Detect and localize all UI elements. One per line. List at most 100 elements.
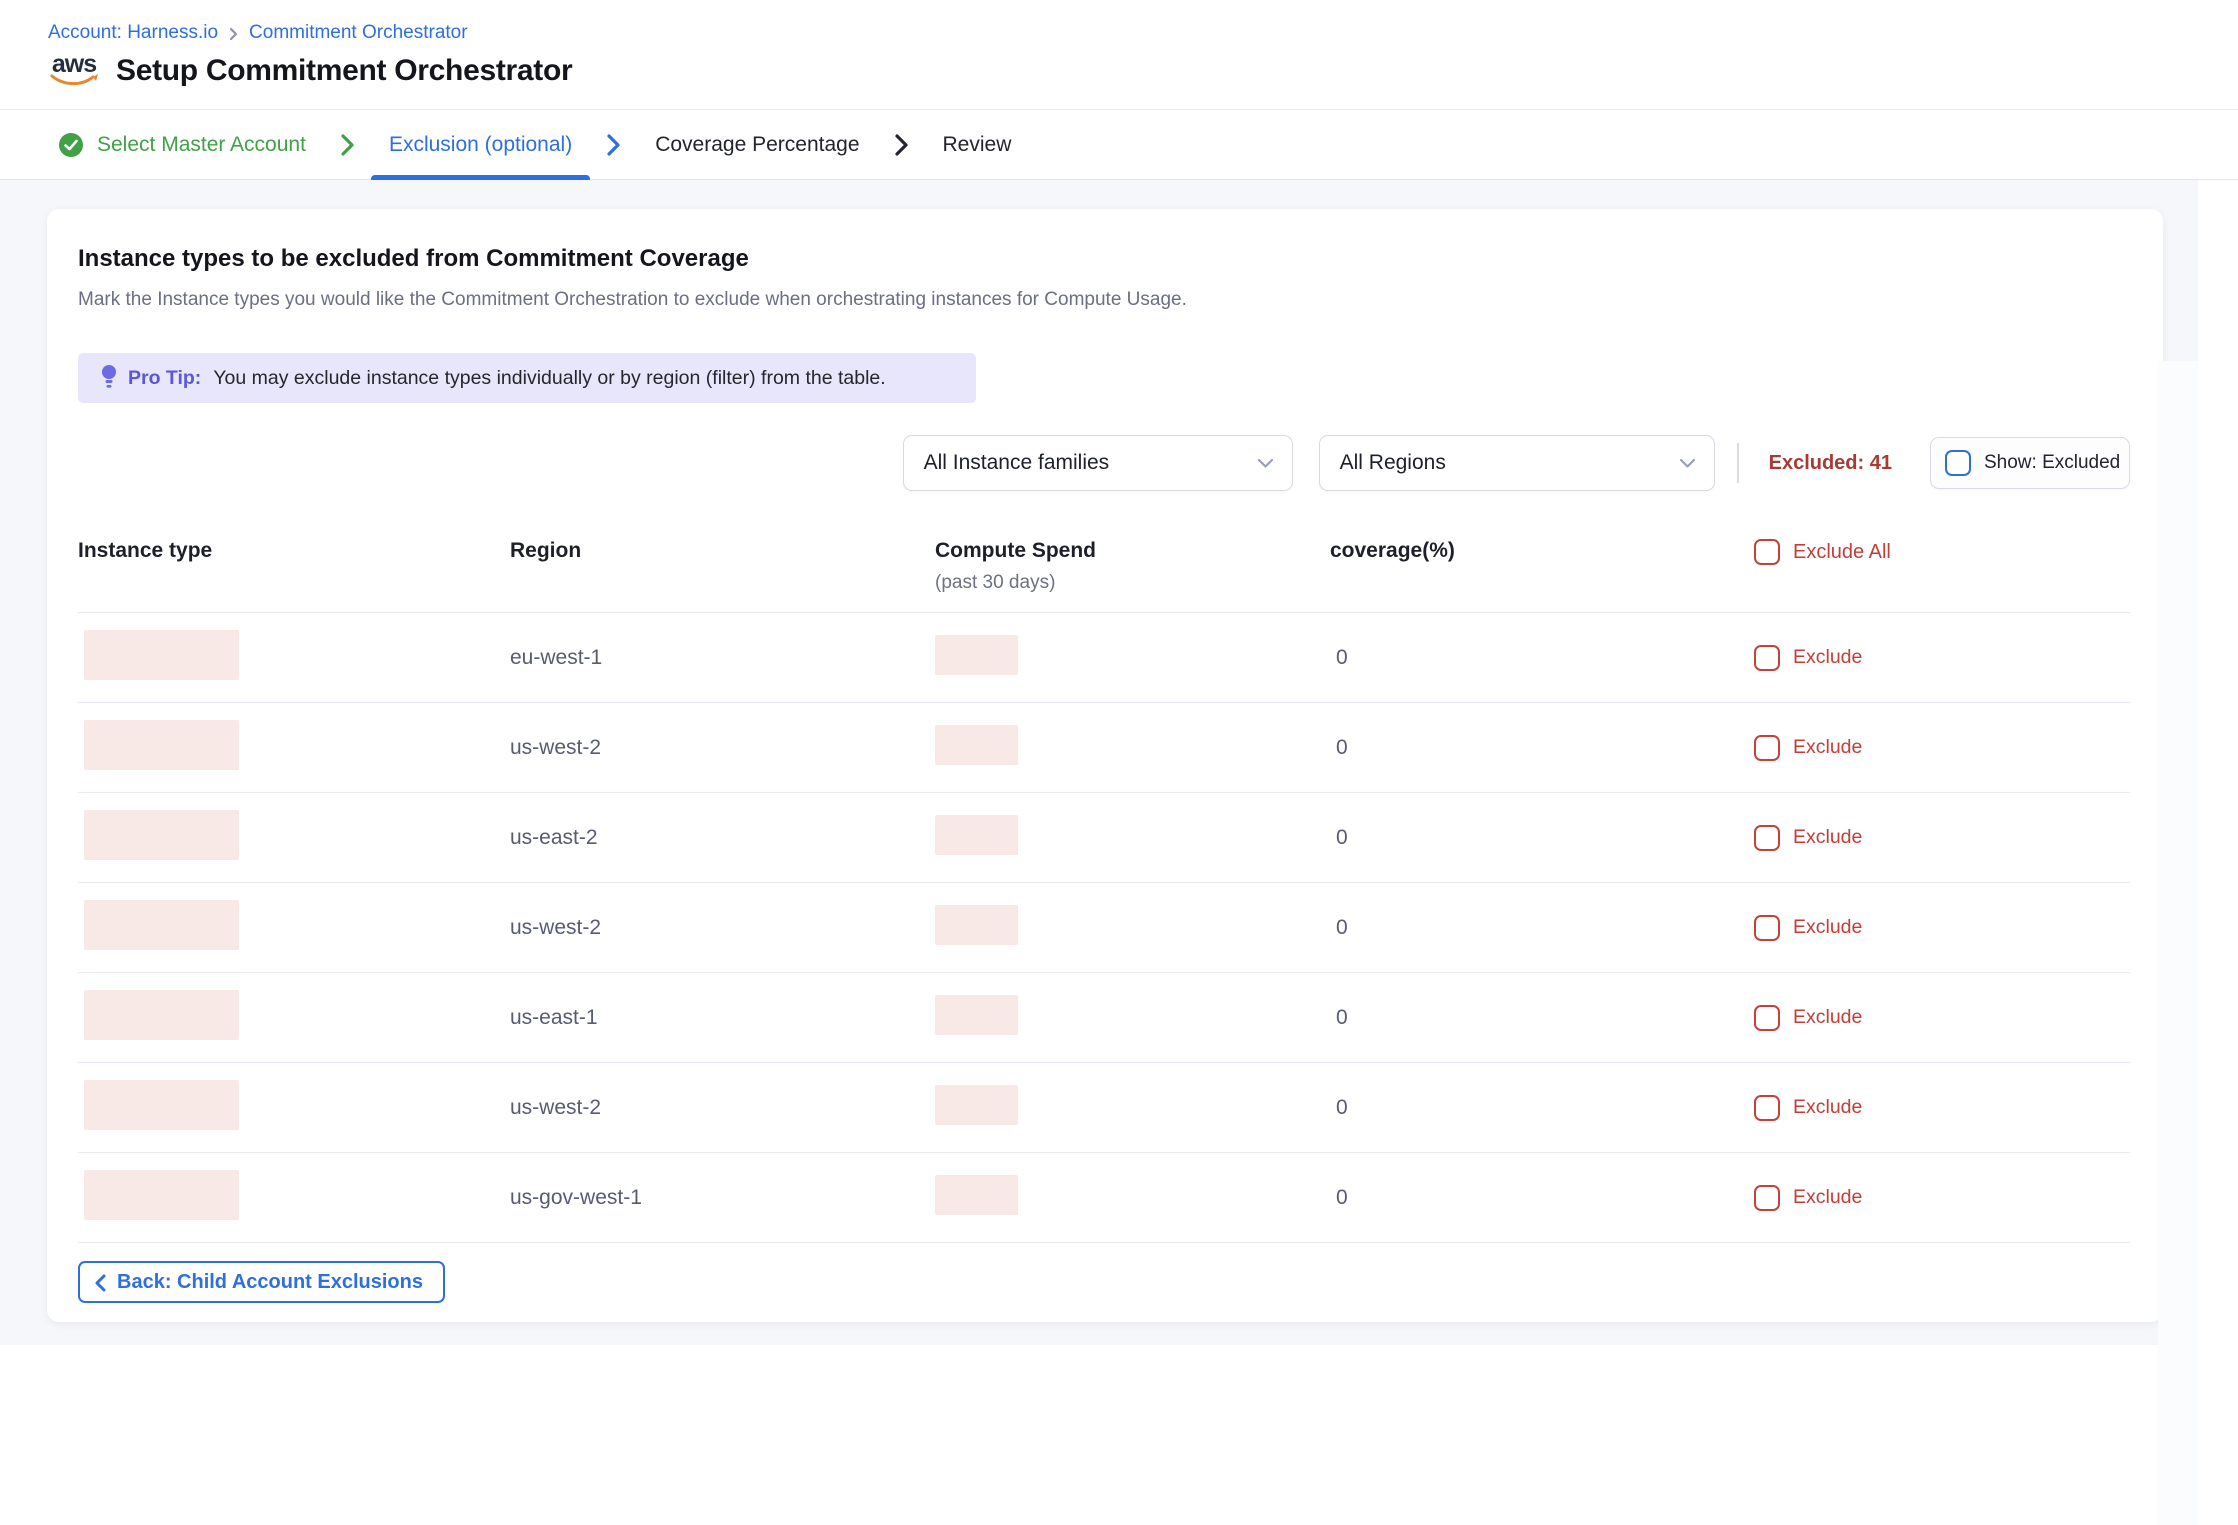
filter-row: All Instance families All Regions Exclud…: [78, 435, 2130, 491]
card-subheading: Mark the Instance types you would like t…: [78, 289, 2130, 311]
step-review[interactable]: Review: [943, 110, 1012, 179]
exclude-cell: Exclude: [1754, 1185, 2130, 1211]
region-cell: us-west-2: [510, 736, 935, 760]
table-row: us-west-2 0 Exclude: [78, 703, 2130, 793]
redacted-compute-spend: [935, 1085, 1018, 1125]
instance-type-cell: [78, 1080, 510, 1136]
exclude-checkbox[interactable]: [1754, 1095, 1780, 1121]
column-header-exclude-all: Exclude All: [1754, 539, 2130, 565]
compute-spend-cell: [935, 1175, 1330, 1221]
exclude-checkbox[interactable]: [1754, 1005, 1780, 1031]
exclude-cell: Exclude: [1754, 645, 2130, 671]
step-exclusion[interactable]: Exclusion (optional): [389, 110, 572, 179]
redacted-instance-type: [84, 810, 239, 860]
title-row: aws Setup Commitment Orchestrator: [0, 44, 2238, 88]
protip-text: You may exclude instance types individua…: [213, 367, 885, 390]
vertical-divider: [1737, 443, 1739, 483]
column-header-coverage: coverage(%): [1330, 539, 1750, 563]
show-excluded-label: Show: Excluded: [1984, 452, 2120, 474]
redacted-instance-type: [84, 720, 239, 770]
instance-type-cell: [78, 1170, 510, 1226]
exclude-cell: Exclude: [1754, 1095, 2130, 1121]
show-excluded-toggle[interactable]: Show: Excluded: [1930, 437, 2130, 489]
compute-spend-cell: [935, 1085, 1330, 1131]
exclude-checkbox[interactable]: [1754, 1185, 1780, 1211]
lightbulb-icon: [100, 364, 118, 390]
coverage-cell: 0: [1336, 736, 1750, 760]
region-select[interactable]: All Regions: [1319, 435, 1715, 491]
table-row: us-gov-west-1 0 Exclude: [78, 1153, 2130, 1243]
redacted-instance-type: [84, 630, 239, 680]
table-header: Instance type Region Compute Spend (past…: [78, 535, 2130, 613]
exclude-all-checkbox[interactable]: [1754, 539, 1780, 565]
redacted-compute-spend: [935, 725, 1018, 765]
exclude-label: Exclude: [1793, 646, 1862, 669]
compute-spend-cell: [935, 995, 1330, 1041]
column-header-instance-type: Instance type: [78, 539, 510, 563]
exclude-cell: Exclude: [1754, 735, 2130, 761]
protip-label: Pro Tip:: [128, 367, 201, 390]
compute-spend-title: Compute Spend: [935, 539, 1330, 563]
step-label: Coverage Percentage: [655, 133, 859, 157]
redacted-instance-type: [84, 1170, 239, 1220]
region-cell: eu-west-1: [510, 646, 935, 670]
coverage-cell: 0: [1336, 1096, 1750, 1120]
back-button-label: Back: Child Account Exclusions: [117, 1271, 423, 1294]
instance-type-cell: [78, 810, 510, 866]
step-coverage-percentage[interactable]: Coverage Percentage: [655, 110, 859, 179]
card-heading: Instance types to be excluded from Commi…: [78, 245, 2130, 273]
instance-type-cell: [78, 630, 510, 686]
excluded-count: Excluded: 41: [1769, 452, 1892, 475]
exclude-label: Exclude: [1793, 826, 1862, 849]
exclude-checkbox[interactable]: [1754, 645, 1780, 671]
show-excluded-checkbox[interactable]: [1945, 450, 1971, 476]
instance-family-select-value: All Instance families: [924, 451, 1110, 475]
page-header: Account: Harness.io Commitment Orchestra…: [0, 0, 2238, 110]
table-row: us-west-2 0 Exclude: [78, 883, 2130, 973]
aws-logo: aws: [48, 54, 100, 88]
redacted-instance-type: [84, 1080, 239, 1130]
chevron-right-icon: [894, 133, 909, 157]
exclusion-card: Instance types to be excluded from Commi…: [47, 209, 2163, 1322]
aws-logo-text: aws: [52, 54, 96, 75]
exclude-all-label: Exclude All: [1793, 541, 1891, 564]
step-select-master-account[interactable]: Select Master Account: [58, 110, 306, 179]
region-cell: us-west-2: [510, 916, 935, 940]
redacted-compute-spend: [935, 905, 1018, 945]
instance-family-select[interactable]: All Instance families: [903, 435, 1293, 491]
stepper: Select Master Account Exclusion (optiona…: [0, 110, 2238, 180]
compute-spend-subtitle: (past 30 days): [935, 572, 1330, 594]
exclude-cell: Exclude: [1754, 1005, 2130, 1031]
coverage-cell: 0: [1336, 826, 1750, 850]
compute-spend-cell: [935, 635, 1330, 681]
compute-spend-cell: [935, 725, 1330, 771]
aws-smile-icon: [49, 73, 99, 88]
exclude-label: Exclude: [1793, 1006, 1862, 1029]
column-header-region: Region: [510, 539, 935, 563]
breadcrumb-account-link[interactable]: Account: Harness.io: [48, 22, 218, 44]
exclude-label: Exclude: [1793, 736, 1862, 759]
instance-type-cell: [78, 900, 510, 956]
region-select-value: All Regions: [1340, 451, 1446, 475]
back-button[interactable]: Back: Child Account Exclusions: [78, 1261, 445, 1303]
exclude-label: Exclude: [1793, 916, 1862, 939]
chevron-right-icon: [228, 26, 239, 42]
scrollbar-gutter: [2158, 361, 2198, 1525]
breadcrumb-page-link[interactable]: Commitment Orchestrator: [249, 22, 468, 44]
exclude-checkbox[interactable]: [1754, 915, 1780, 941]
exclude-checkbox[interactable]: [1754, 735, 1780, 761]
chevron-down-icon: [1257, 458, 1274, 469]
chevron-down-icon: [1679, 458, 1696, 469]
check-circle-icon: [58, 132, 84, 158]
region-cell: us-gov-west-1: [510, 1186, 935, 1210]
exclude-label: Exclude: [1793, 1096, 1862, 1119]
region-cell: us-east-2: [510, 826, 935, 850]
instance-type-cell: [78, 720, 510, 776]
step-label: Exclusion (optional): [389, 133, 572, 157]
page-title: Setup Commitment Orchestrator: [116, 54, 572, 88]
table-row: us-east-2 0 Exclude: [78, 793, 2130, 883]
chevron-right-icon: [340, 133, 355, 157]
redacted-compute-spend: [935, 815, 1018, 855]
exclude-checkbox[interactable]: [1754, 825, 1780, 851]
breadcrumb: Account: Harness.io Commitment Orchestra…: [0, 0, 2238, 44]
